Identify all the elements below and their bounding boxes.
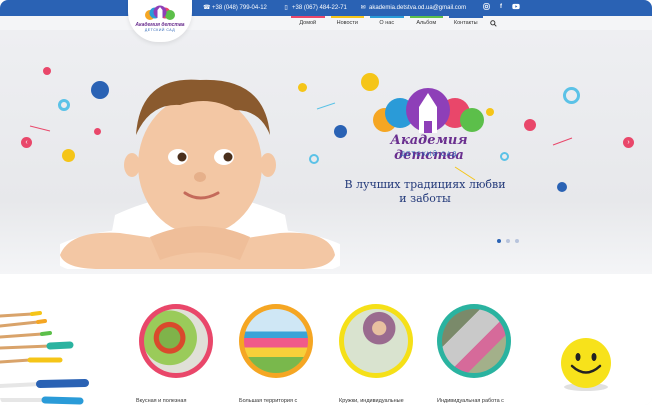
nav-indicator [291, 16, 325, 18]
slider-dot[interactable] [497, 239, 501, 243]
feature-label: Кружки, индивидуальные [339, 398, 404, 404]
balloons-icon [142, 5, 178, 21]
teacher-kids-image [344, 309, 408, 373]
slider-dot[interactable] [506, 239, 510, 243]
nav-indicator [449, 16, 483, 18]
hero-child-image [60, 79, 340, 269]
feature-clubs[interactable] [339, 304, 413, 378]
feature-label: Вкусная и полезная [136, 398, 187, 404]
phone-2-text: +38 (067) 484-22-71 [292, 5, 347, 11]
logo-subtitle: ДЕТСКИЙ САД [144, 28, 176, 32]
nav-label: Новости [336, 20, 358, 26]
feature-label: Индивидуальная работа с [437, 398, 504, 404]
top-bar: ☎ +38 (048) 799-04-12 ▯ +38 (067) 484-22… [0, 0, 652, 16]
nav-item-about[interactable]: О нас [367, 16, 407, 30]
slider-dot[interactable] [515, 239, 519, 243]
playground-image [244, 309, 308, 373]
nav-label: Домой [299, 20, 317, 26]
feature-individual[interactable] [437, 304, 511, 378]
slide-child-image [442, 309, 506, 373]
nav-indicator [330, 16, 364, 18]
main-nav: Домой Новости О нас Альбом Контакты [288, 16, 502, 30]
phone-2[interactable]: ▯ +38 (067) 484-22-71 [283, 0, 347, 16]
page: ☎ +38 (048) 799-04-12 ▯ +38 (067) 484-22… [0, 0, 652, 405]
phone-icon: ☎ [203, 5, 211, 11]
phone-1-text: +38 (048) 799-04-12 [212, 5, 267, 11]
chevron-right-icon: › [627, 139, 630, 146]
pencils-decoration [0, 311, 89, 405]
search-icon [490, 19, 497, 27]
nav-indicator [409, 16, 443, 18]
nav-label: Альбом [416, 20, 437, 26]
slider-prev-button[interactable]: ‹ [21, 137, 32, 148]
feature-food[interactable] [139, 304, 213, 378]
hero-slogan: В лучших традициях любви и заботы [340, 178, 510, 206]
slider-dots [497, 239, 519, 243]
search-button[interactable] [486, 16, 502, 30]
nav-label: О нас [379, 20, 395, 26]
nav-item-contacts[interactable]: Контакты [446, 16, 486, 30]
email-link[interactable]: ✉ akademia.detstva.od.ua@gmail.com [360, 0, 466, 16]
smiley-face-icon [561, 338, 611, 391]
nav-label: Контакты [453, 20, 478, 26]
feature-label: Большая территория с [239, 398, 298, 404]
instagram-icon[interactable] [482, 3, 490, 11]
mobile-icon: ▯ [284, 5, 288, 11]
salad-image [144, 309, 208, 373]
nav-item-home[interactable]: Домой [288, 16, 328, 30]
chevron-left-icon: ‹ [25, 139, 28, 146]
features-section: Вкусная и полезная Большая территория с … [0, 274, 652, 405]
hero-brand-subtitle: ДЕТСКИЙ САД [400, 151, 458, 158]
slider-next-button[interactable]: › [623, 137, 634, 148]
youtube-icon[interactable] [512, 3, 520, 11]
mail-icon: ✉ [360, 5, 366, 11]
facebook-icon[interactable]: f [497, 3, 505, 11]
hero-slider: ‹ › Академия детства ДЕТСКИЙ САД В лучши… [0, 30, 652, 274]
nav-item-news[interactable]: Новости [328, 16, 368, 30]
social-links: f [482, 3, 520, 11]
slogan-line-2: и заботы [399, 192, 451, 205]
hero-brand-title: Академия детства [390, 133, 468, 163]
nav-item-album[interactable]: Альбом [407, 16, 447, 30]
slogan-line-1: В лучших традициях любви [344, 178, 506, 191]
phone-1[interactable]: ☎ +38 (048) 799-04-12 [203, 0, 267, 16]
feature-playground[interactable] [239, 304, 313, 378]
nav-indicator [370, 16, 404, 18]
email-text: akademia.detstva.od.ua@gmail.com [369, 5, 467, 11]
